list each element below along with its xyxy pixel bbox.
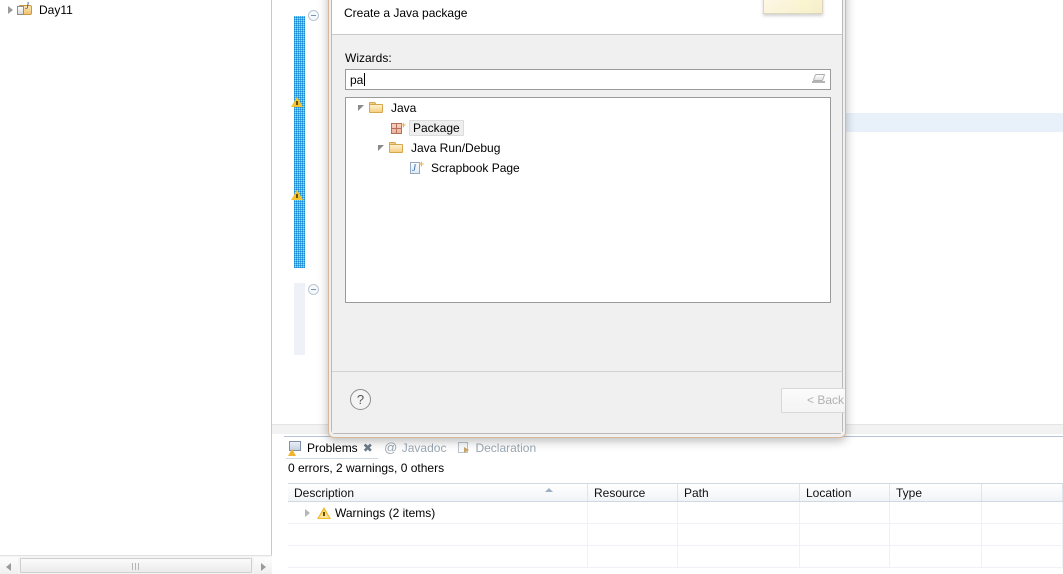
close-icon[interactable]: ✖: [363, 441, 373, 455]
wizard-tree-item-java[interactable]: Java: [346, 98, 830, 118]
warning-marker-icon[interactable]: [291, 189, 303, 201]
wizard-tree[interactable]: Java + Package Java Run/Debug J + Scrapb…: [345, 97, 831, 303]
chevron-down-icon[interactable]: [354, 101, 368, 115]
help-button[interactable]: ?: [350, 389, 371, 410]
wizard-tree-item-package[interactable]: + Package: [346, 118, 830, 138]
warning-icon: [317, 506, 331, 520]
row-description: Warnings (2 items): [335, 505, 436, 520]
overview-ruler-selection-band: [294, 16, 305, 268]
tab-declaration[interactable]: Declaration: [452, 437, 542, 459]
eraser-icon[interactable]: [808, 70, 830, 89]
view-tab-bar[interactable]: Problems ✖ @ Javadoc Declaration: [284, 437, 1063, 459]
tab-declaration-label: Declaration: [475, 441, 537, 455]
row-description: [288, 546, 588, 567]
tab-javadoc-label: Javadoc: [401, 441, 447, 455]
problems-view: Problems ✖ @ Javadoc Declaration 0 error…: [284, 436, 1063, 574]
editor-text-surface[interactable]: {: [846, 0, 1063, 434]
row-path: [678, 524, 800, 545]
editor-overview-ruler[interactable]: [282, 0, 319, 434]
overview-ruler-secondary-band: [294, 283, 305, 355]
row-location: [800, 524, 890, 545]
problems-icon: [288, 440, 304, 456]
wizard-item-label: Scrapbook Page: [431, 161, 520, 175]
scrapbook-icon: J +: [410, 159, 424, 174]
scrollbar-thumb[interactable]: [20, 557, 252, 573]
dialog-title-area: Create a Java package: [332, 0, 842, 35]
column-header-path[interactable]: Path: [678, 484, 800, 501]
eclipse-workbench: J Day11 {: [0, 0, 1063, 574]
fold-collapse-icon[interactable]: [308, 284, 319, 295]
wizard-filter-input[interactable]: pa: [345, 69, 831, 90]
column-header-type[interactable]: Type: [890, 484, 982, 501]
dialog-title: Create a Java package: [344, 6, 468, 20]
project-explorer-panel: J Day11: [0, 0, 272, 574]
tab-javadoc[interactable]: @ Javadoc: [379, 437, 453, 459]
wizard-item-label: Java Run/Debug: [411, 141, 501, 155]
table-body[interactable]: Warnings (2 items): [288, 502, 1063, 574]
row-resource: [588, 524, 678, 545]
table-header-row[interactable]: Description Resource Path Location Type: [288, 483, 1063, 502]
problems-summary-text: 0 errors, 2 warnings, 0 others: [288, 461, 445, 475]
warning-marker-icon[interactable]: [291, 96, 303, 108]
active-tab-underline: [286, 458, 378, 459]
chevron-right-icon[interactable]: [302, 506, 315, 519]
column-header-resource[interactable]: Resource: [588, 484, 678, 501]
row-path: [678, 546, 800, 567]
wizards-label: Wizards:: [345, 51, 392, 65]
row-type: [890, 546, 982, 567]
wizard-banner-image: [757, 0, 832, 26]
declaration-icon: [456, 440, 472, 456]
scroll-left-arrow-icon[interactable]: [0, 556, 18, 574]
row-resource: [588, 546, 678, 567]
wizard-tree-item-java-run-debug[interactable]: Java Run/Debug: [346, 138, 830, 158]
java-project-icon: J: [17, 2, 34, 17]
column-header-location[interactable]: Location: [800, 484, 890, 501]
explorer-horizontal-scrollbar[interactable]: [0, 555, 272, 574]
column-header-extra: [982, 484, 1063, 501]
project-tree[interactable]: J Day11: [0, 0, 271, 554]
package-icon: +: [390, 120, 406, 136]
dialog-inner: Create a Java package Wizards: pa Java +…: [331, 0, 845, 434]
row-extra: [982, 502, 1063, 523]
column-header-description[interactable]: Description: [288, 484, 588, 501]
text-caret: [364, 72, 366, 86]
tab-problems-label: Problems: [307, 441, 358, 455]
row-extra: [982, 546, 1063, 567]
table-row[interactable]: [288, 546, 1063, 568]
table-row[interactable]: [288, 524, 1063, 546]
wizard-tree-item-scrapbook-page[interactable]: J + Scrapbook Page: [346, 158, 830, 178]
filter-value: pa: [350, 72, 364, 87]
tree-item-project[interactable]: J Day11: [0, 0, 271, 19]
current-line-highlight: [846, 113, 1063, 132]
tree-item-label: Day11: [39, 2, 73, 17]
chevron-down-icon[interactable]: [374, 141, 388, 155]
back-button[interactable]: < Back: [781, 388, 845, 413]
scroll-right-arrow-icon[interactable]: [254, 556, 272, 574]
table-row[interactable]: Warnings (2 items): [288, 502, 1063, 524]
row-path: [678, 502, 800, 523]
row-extra: [982, 524, 1063, 545]
row-resource: [588, 502, 678, 523]
sort-indicator-icon: [545, 488, 553, 492]
row-type: [890, 524, 982, 545]
row-type: [890, 502, 982, 523]
chevron-right-icon[interactable]: [4, 3, 17, 16]
row-description: [288, 524, 588, 545]
dialog-footer: ? < Back Next > Finish Cancel: [332, 371, 845, 433]
wizard-item-label: Package: [409, 120, 464, 136]
problems-table[interactable]: Description Resource Path Location Type: [288, 483, 1063, 574]
row-location: [800, 546, 890, 567]
javadoc-icon: @: [384, 440, 398, 455]
fold-collapse-icon[interactable]: [308, 10, 319, 21]
dialog-body: Wizards: pa Java + Package Java Run/Debu…: [332, 35, 842, 371]
new-wizard-dialog[interactable]: Create a Java package Wizards: pa Java +…: [328, 0, 846, 438]
folder-icon: [388, 141, 404, 155]
tab-problems[interactable]: Problems ✖: [284, 437, 379, 459]
folder-icon: [368, 101, 384, 115]
wizard-item-label: Java: [391, 101, 417, 115]
row-location: [800, 502, 890, 523]
